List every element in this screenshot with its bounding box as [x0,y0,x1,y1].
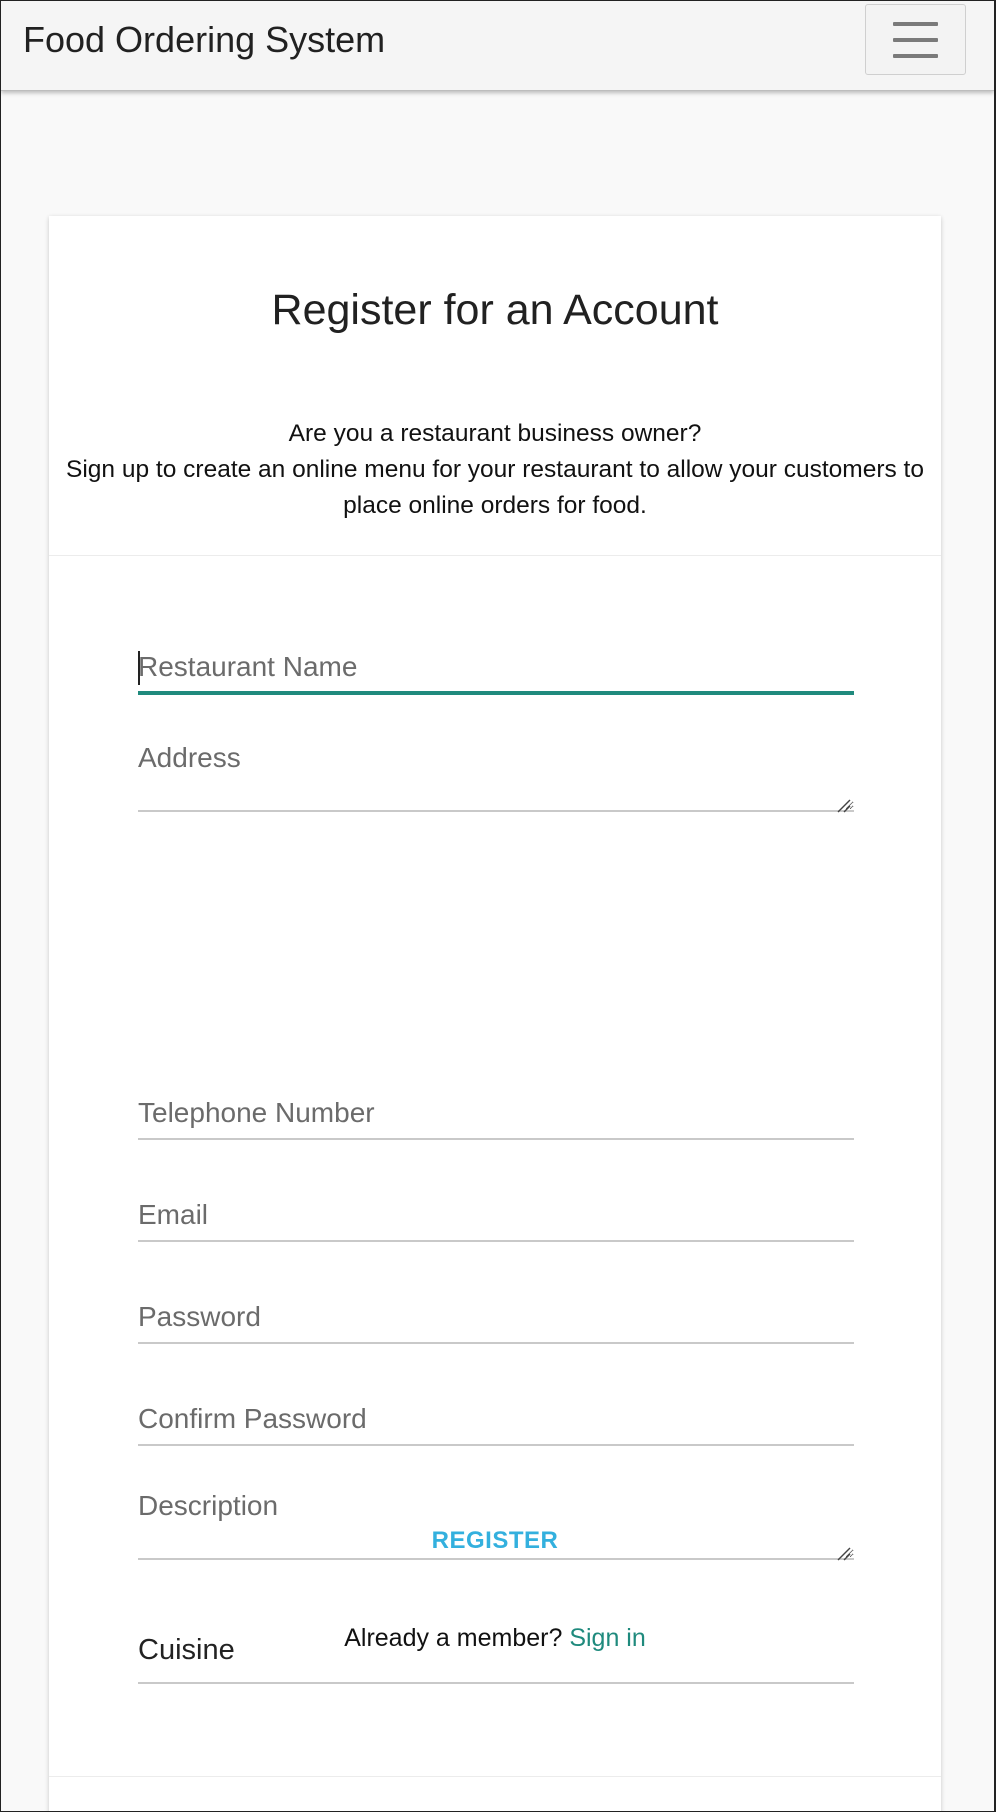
email-field-wrapper [138,1190,854,1242]
address-field-wrapper [138,736,854,817]
telephone-input[interactable] [138,1088,854,1140]
address-textarea[interactable] [138,736,854,812]
browser-viewport: Food Ordering System Register for an Acc… [0,0,996,1812]
intro-line-3: place online orders for food. [343,492,647,519]
email-input[interactable] [138,1190,854,1242]
telephone-field-wrapper [138,1088,854,1140]
restaurant-name-input[interactable] [138,643,854,695]
password-input[interactable] [138,1292,854,1344]
intro-text: Are you a restaurant business owner? Sig… [49,416,941,524]
sign-in-link[interactable]: Sign in [569,1624,645,1652]
register-button[interactable]: REGISTER [49,1526,941,1556]
brand-link[interactable]: Food Ordering System [23,20,385,60]
navbar: Food Ordering System [1,1,994,91]
card-footer-divider [49,1776,941,1777]
navbar-toggler-button[interactable] [865,4,966,75]
confirm-password-input[interactable] [138,1394,854,1446]
already-member-text: Already a member? [344,1624,563,1652]
register-card: Register for an Account Are you a restau… [49,216,941,1811]
text-cursor [138,651,140,685]
page-title: Register for an Account [271,286,719,334]
password-field-wrapper [138,1292,854,1344]
sign-in-prompt: Already a member? Sign in [49,1624,941,1653]
confirm-password-field-wrapper [138,1394,854,1446]
card-header: Register for an Account Are you a restau… [49,216,941,556]
restaurant-name-field-wrapper [138,643,854,695]
intro-line-2: Sign up to create an online menu for you… [66,456,924,483]
intro-line-1: Are you a restaurant business owner? [288,420,702,447]
